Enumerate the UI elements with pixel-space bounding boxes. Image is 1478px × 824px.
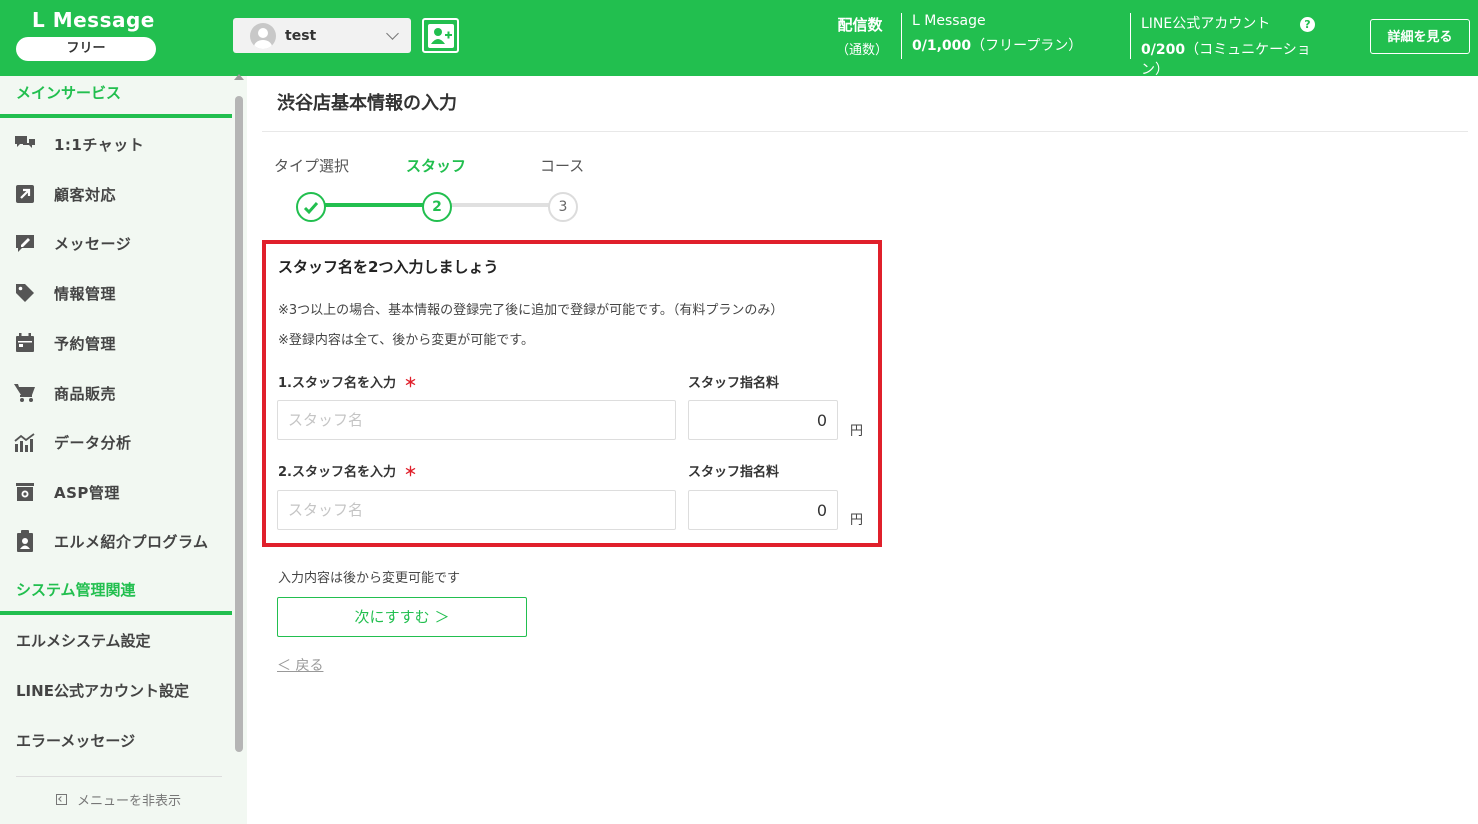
top-header: L Message フリー test 配信数 （通数） L Message 0/… xyxy=(0,0,1478,78)
delivery-count-label: 配信数 （通数） xyxy=(836,16,889,58)
sidebar-item-asp[interactable]: ASP管理 xyxy=(0,472,232,512)
plan-badge: フリー xyxy=(16,37,156,61)
sidebar-item-chat[interactable]: 1:1チャット xyxy=(0,124,232,164)
staff1-label: 1.スタッフ名を入力＊ xyxy=(278,376,417,391)
clipboard-user-icon xyxy=(14,530,36,552)
hide-menu-button[interactable]: メニューを非表示 xyxy=(56,790,181,809)
divider xyxy=(0,611,232,615)
divider xyxy=(262,131,1468,132)
scrollbar-thumb[interactable] xyxy=(235,96,243,752)
collapse-icon xyxy=(56,794,67,805)
account-select[interactable]: test xyxy=(233,18,411,53)
required-mark: ＊ xyxy=(403,376,417,391)
step-1-check-icon xyxy=(296,192,326,222)
bottom-note: 入力内容は後から変更可能です xyxy=(278,571,461,586)
add-user-button[interactable] xyxy=(422,18,459,53)
divider xyxy=(0,114,232,118)
arrow-up-right-icon xyxy=(14,183,36,205)
step-label-staff: スタッフ xyxy=(406,157,467,175)
staff1-fee-input[interactable] xyxy=(688,400,838,440)
brand-logo[interactable]: L Message フリー xyxy=(16,6,156,61)
brand-name: L Message xyxy=(32,8,155,32)
sidebar-item-reservation[interactable]: 予約管理 xyxy=(0,323,232,363)
staff1-name-input[interactable] xyxy=(277,400,676,440)
step-3-circle: 3 xyxy=(548,192,578,222)
avatar-icon xyxy=(250,22,276,49)
sidebar-item-customer[interactable]: 顧客対応 xyxy=(0,174,232,214)
yen-unit: 円 xyxy=(850,424,864,439)
cart-icon xyxy=(14,382,36,404)
chat-icon xyxy=(14,133,36,155)
staff2-label: 2.スタッフ名を入力＊ xyxy=(278,465,417,480)
sidebar-item-referral[interactable]: エルメ紹介プログラム xyxy=(0,521,232,561)
chevron-down-icon xyxy=(386,26,399,40)
calendar-icon xyxy=(14,332,36,354)
account-name: test xyxy=(285,27,317,44)
sidebar: メインサービス 1:1チャット 顧客対応 メッセージ 情報管理 予約管理 商品販… xyxy=(0,76,247,824)
step-progress-line xyxy=(318,203,430,207)
detail-button[interactable]: 詳細を見る xyxy=(1370,19,1470,54)
note-additional: ※3つ以上の場合、基本情報の登録完了後に追加で登録が可能です。（有料プランのみ） xyxy=(278,303,784,318)
sidebar-item-error-messages[interactable]: エラーメッセージ xyxy=(16,730,135,751)
system-section-heading: システム管理関連 xyxy=(16,581,136,599)
page-title: 渋谷店基本情報の入力 xyxy=(277,93,457,114)
sidebar-item-analytics[interactable]: データ分析 xyxy=(0,422,232,462)
step-label-course: コース xyxy=(540,157,585,175)
message-edit-icon xyxy=(14,232,36,254)
sidebar-item-elme-settings[interactable]: エルメシステム設定 xyxy=(16,630,151,651)
staff2-name-input[interactable] xyxy=(277,490,676,530)
step-pending-line xyxy=(444,203,556,207)
sidebar-item-message[interactable]: メッセージ xyxy=(0,223,232,263)
sidebar-item-line-settings[interactable]: LINE公式アカウント設定 xyxy=(16,680,189,701)
chart-icon xyxy=(14,431,36,453)
note-editable: ※登録内容は全て、後から変更が可能です。 xyxy=(278,333,534,348)
next-button[interactable]: 次にすすむ ＞ xyxy=(277,597,527,637)
staff2-fee-input[interactable] xyxy=(688,490,838,530)
fee2-label: スタッフ指名料 xyxy=(688,465,780,480)
main-service-heading: メインサービス xyxy=(16,84,122,102)
tag-icon xyxy=(14,282,36,304)
back-link[interactable]: ＜ 戻る xyxy=(277,655,323,675)
required-mark: ＊ xyxy=(403,465,417,480)
lmessage-count: L Message 0/1,000（フリープラン） xyxy=(901,13,1082,59)
divider xyxy=(16,776,222,777)
scroll-up-arrow-icon[interactable] xyxy=(234,74,244,80)
fee1-label: スタッフ指名料 xyxy=(688,376,780,391)
form-heading: スタッフ名を2つ入力しましょう xyxy=(278,258,499,276)
sidebar-item-info[interactable]: 情報管理 xyxy=(0,273,232,313)
add-user-icon xyxy=(428,24,454,48)
help-icon[interactable]: ? xyxy=(1300,17,1315,32)
asp-box-icon xyxy=(14,481,36,503)
step-label-type: タイプ選択 xyxy=(274,157,350,175)
sidebar-item-sales[interactable]: 商品販売 xyxy=(0,373,232,413)
sidebar-scrollbar[interactable] xyxy=(234,74,244,752)
yen-unit: 円 xyxy=(850,513,864,528)
step-2-circle: 2 xyxy=(422,192,452,222)
